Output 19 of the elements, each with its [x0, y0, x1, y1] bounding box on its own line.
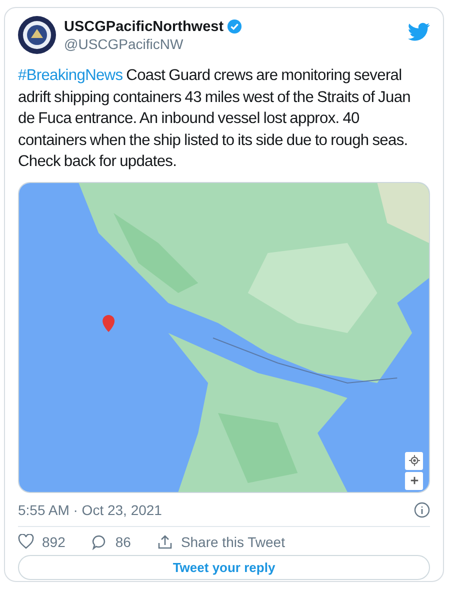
speech-bubble-icon: [91, 534, 108, 550]
reply-count[interactable]: 86: [115, 534, 131, 550]
share-icon: [156, 534, 173, 550]
my-location-button[interactable]: [405, 452, 423, 470]
share-link[interactable]: Share this Tweet: [180, 534, 285, 550]
zoom-in-button[interactable]: [405, 472, 423, 490]
heart-icon: [18, 534, 34, 549]
account-handle[interactable]: @USCGPacificNW: [64, 36, 400, 52]
hashtag-link[interactable]: #BreakingNews: [18, 67, 123, 84]
like-count[interactable]: 892: [42, 534, 66, 550]
bird-logo-icon[interactable]: [408, 22, 430, 42]
crosshair-icon: [408, 455, 420, 466]
tweet-text: #BreakingNews Coast Guard crews are monitoring several adrift shipping containers 43 miles west of the Straits of Juan de Fuca entrance. An inbound vessel lost approx. 40 containers when the ship listed to its side due to rough seas. Check back for updates.: [18, 66, 412, 172]
plus-icon: [410, 476, 418, 485]
reply-button[interactable]: Tweet your reply: [18, 554, 430, 580]
info-icon[interactable]: [414, 502, 430, 518]
account-name[interactable]: USCGPacificNorthwest: [64, 18, 224, 34]
timestamp[interactable]: 5:55 AM · Oct 23, 2021: [18, 502, 162, 518]
avatar-icon[interactable]: [18, 16, 56, 54]
